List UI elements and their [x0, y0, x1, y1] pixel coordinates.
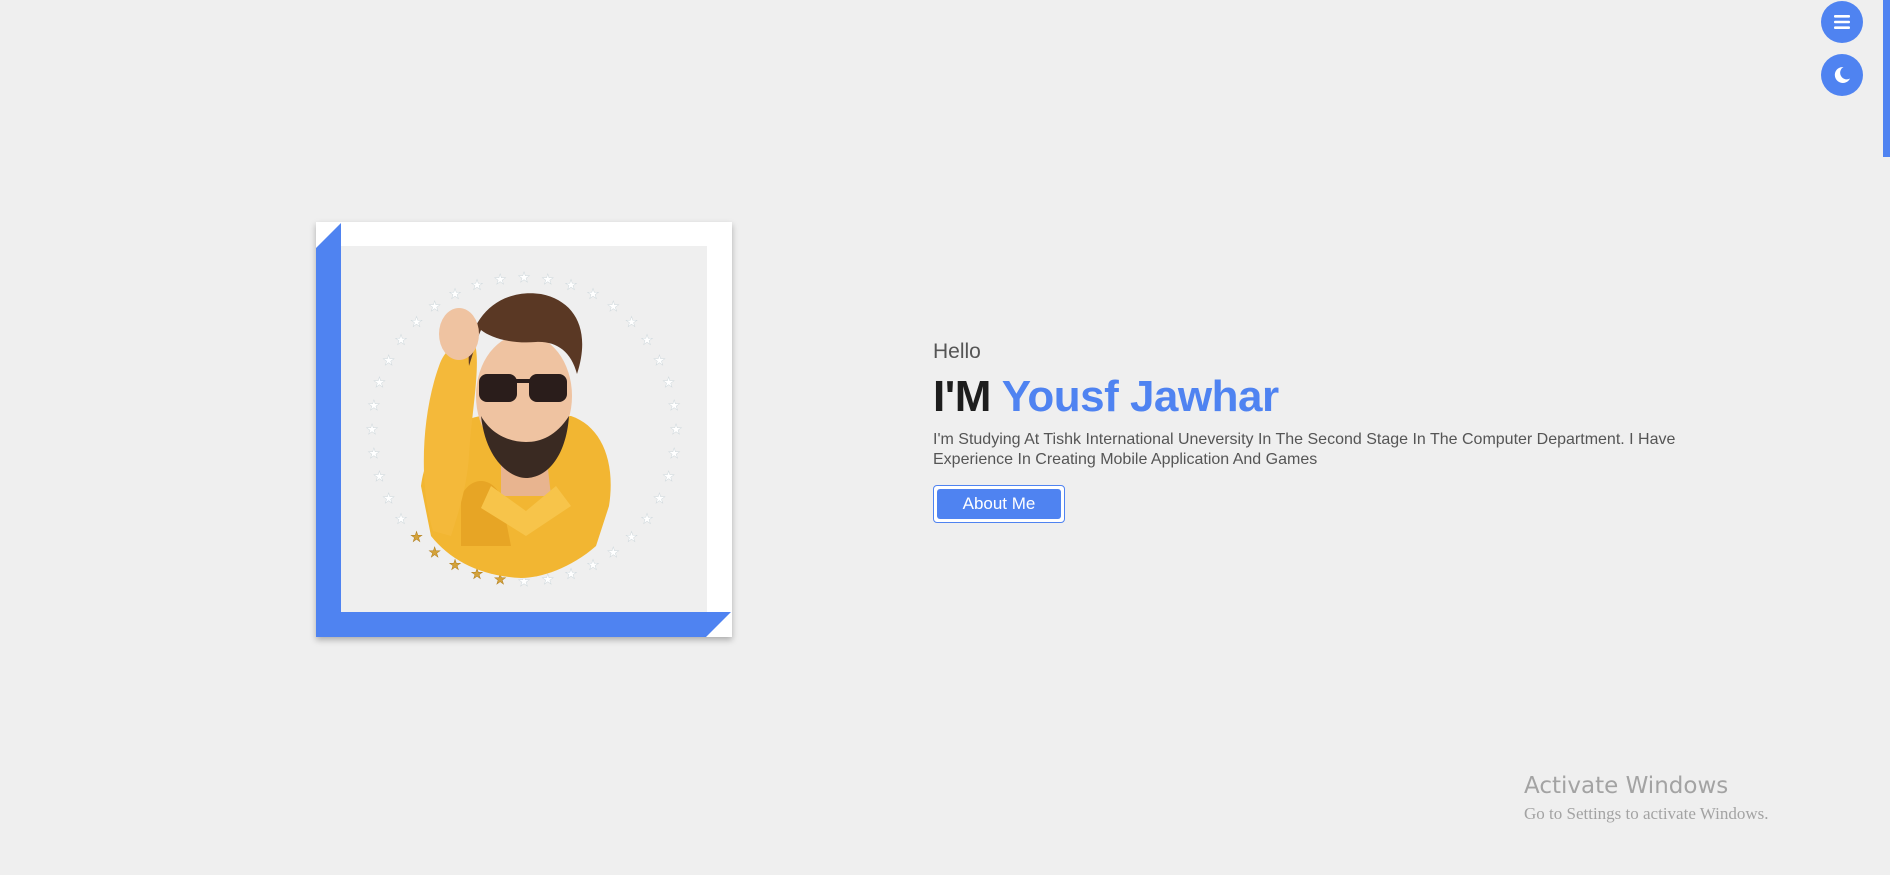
about-me-button[interactable]: About Me	[937, 489, 1061, 519]
star-decoration: ★	[395, 511, 408, 527]
star-decoration: ★	[373, 375, 386, 391]
star-decoration: ★	[653, 353, 666, 369]
star-decoration: ★	[428, 299, 441, 315]
star-decoration: ★	[668, 398, 681, 414]
star-decoration: ★	[373, 469, 386, 485]
star-decoration: ★	[471, 277, 484, 293]
star-decoration: ★	[565, 277, 578, 293]
frame-accent-bottom	[316, 612, 732, 637]
theme-toggle-button[interactable]	[1821, 54, 1863, 96]
star-decoration: ★	[668, 446, 681, 462]
star-decoration: ★	[662, 375, 675, 391]
star-decoration: ★	[494, 272, 507, 288]
star-decoration: ★	[587, 287, 600, 303]
about-button-outline: About Me	[933, 485, 1065, 523]
star-decoration: ★	[449, 287, 462, 303]
frame-corner-top-left	[316, 222, 342, 248]
star-decoration: ★	[625, 315, 638, 331]
star-decoration: ★	[368, 398, 381, 414]
frame-corner-bottom-right	[706, 611, 732, 637]
star-decoration: ★	[607, 299, 620, 315]
star-decoration: ★	[587, 557, 600, 573]
star-decoration: ★	[368, 446, 381, 462]
bio-text: I'm Studying At Tishk International Unev…	[933, 431, 1676, 468]
frame-accent-left	[316, 222, 341, 637]
moon-icon	[1834, 66, 1850, 83]
portrait-frame: ★ ★ ★ ★ ★ ★ ★ ★ ★ ★ ★ ★ ★ ★ ★ ★ ★ ★ ★ ★ ★ ★ ★ ★ ★ ★ ★ ★ ★ ★ ★ ★ ★ ★ ★ ★ ★ ★ ★ ★	[316, 222, 732, 637]
star-decoration: ★	[410, 530, 423, 546]
star-decoration: ★	[662, 469, 675, 485]
page-title: I'M Yousf Jawhar	[933, 372, 1713, 422]
portrait-image: ★ ★ ★ ★ ★ ★ ★ ★ ★ ★ ★ ★ ★ ★ ★ ★ ★ ★ ★ ★ ★ ★ ★ ★ ★ ★ ★ ★ ★ ★ ★ ★ ★ ★ ★ ★ ★ ★ ★ ★	[341, 246, 707, 612]
watermark-subtitle: Go to Settings to activate Windows.	[1524, 804, 1769, 823]
menu-button[interactable]	[1821, 1, 1863, 43]
star-decoration: ★	[607, 545, 620, 561]
star-decoration: ★	[542, 272, 555, 288]
star-decoration: ★	[641, 333, 654, 349]
star-decoration: ★	[366, 422, 379, 438]
watermark-title: Activate Windows	[1524, 773, 1729, 799]
intro-section: Hello I'M Yousf Jawhar I'm Studying At T…	[933, 338, 1713, 523]
windows-activation-watermark: Activate Windows Go to Settings to activ…	[1524, 771, 1769, 825]
star-decoration: ★	[395, 333, 408, 349]
star-decoration: ★	[410, 315, 423, 331]
star-decoration: ★	[653, 491, 666, 507]
headline-prefix: I'M	[933, 372, 1002, 421]
star-decoration: ★	[382, 353, 395, 369]
star-decoration: ★	[428, 545, 441, 561]
star-decoration: ★	[641, 511, 654, 527]
star-decoration: ★	[670, 422, 683, 438]
hamburger-icon	[1834, 15, 1850, 29]
scrollbar-thumb[interactable]	[1883, 0, 1890, 157]
star-decoration: ★	[565, 567, 578, 583]
person-name: Yousf Jawhar	[1001, 372, 1279, 421]
star-decoration: ★	[382, 491, 395, 507]
star-decoration: ★	[518, 270, 531, 286]
greeting-text: Hello	[933, 340, 981, 363]
star-decoration: ★	[625, 530, 638, 546]
